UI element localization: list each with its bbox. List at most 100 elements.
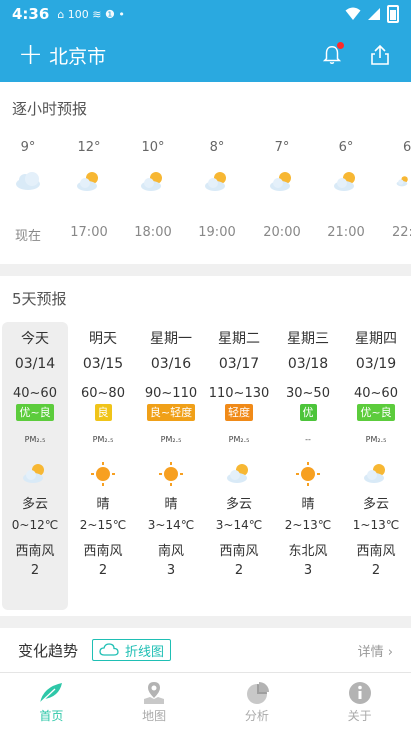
aqi-badge: 优 (299, 404, 317, 421)
hour-temp: 8° (209, 140, 225, 155)
info-icon (348, 682, 371, 704)
tab-map-label: 地图 (142, 709, 167, 723)
hour-item: 6° 21:00 (316, 140, 376, 240)
tab-about[interactable]: 关于 (308, 673, 411, 732)
day-date: 03/16 (150, 356, 192, 372)
day-wind-level: 2 (30, 563, 40, 578)
day-column[interactable]: 星期一 03/16 90~110 良~轻度 PM₂.₅ 晴 3~14℃ 南风 3 (138, 322, 204, 610)
day-temp: 0~12℃ (11, 518, 59, 532)
daily-title: 5天预报 (12, 290, 67, 308)
pm-label: PM₂.₅ (92, 435, 114, 444)
tab-analysis-label: 分析 (244, 709, 269, 723)
hour-label: 现在 (14, 229, 41, 244)
day-aqi: 110~130 (208, 386, 270, 401)
day-wind-level: 2 (371, 563, 381, 578)
day-condition: 多云 (21, 497, 48, 512)
day-condition: 晴 (301, 497, 315, 512)
hourly-forecast: 逐小时预报 9° 现在 12° 17:00 10° 18:00 8° 19:00… (0, 86, 411, 264)
hour-item: 12° 17:00 (59, 140, 119, 240)
day-column[interactable]: 星期三 03/18 30~50 优 -- 晴 2~13℃ 东北风 3 (275, 322, 341, 610)
hourly-list[interactable]: 9° 现在 12° 17:00 10° 18:00 8° 19:00 7° 20… (0, 140, 411, 250)
sunny-icon (275, 461, 341, 487)
sunny-icon (138, 461, 204, 487)
aqi-badge: 良 (94, 404, 112, 421)
pie-chart-icon (246, 682, 269, 704)
partly-cloudy-icon (187, 169, 247, 197)
add-city-button[interactable]: + (18, 40, 43, 70)
line-chart-button[interactable]: 折线图 (92, 639, 172, 661)
day-wind: 西南风 (83, 544, 123, 559)
day-wind-level: 2 (98, 563, 108, 578)
app-header: + 北京市 (0, 28, 411, 82)
hour-item: 10° 18:00 (123, 140, 183, 240)
tab-home-label: 首页 (39, 709, 64, 723)
day-name: 星期四 (355, 331, 397, 347)
line-chart-label: 折线图 (125, 644, 165, 660)
share-button[interactable] (367, 42, 393, 68)
partly-cloudy-icon (252, 169, 312, 197)
cloud-outline-icon (99, 643, 119, 656)
day-aqi: 40~60 (354, 386, 398, 401)
day-date: 03/14 (14, 356, 56, 372)
map-pin-icon (144, 682, 165, 704)
hour-item: 8° 19:00 (187, 140, 247, 240)
hour-temp: 9° (20, 140, 36, 155)
day-column[interactable]: 星期四 03/19 40~60 优~良 PM₂.₅ 多云 1~13℃ 西南风 2 (343, 322, 409, 610)
partly-cloudy-icon (2, 461, 68, 487)
day-condition: 晴 (96, 497, 110, 512)
notification-icons: ⌂ 100 ≋ ❶ • (57, 7, 125, 21)
feather-icon (39, 683, 63, 704)
hour-temp: 10° (141, 140, 165, 155)
day-name: 明天 (89, 331, 117, 347)
hour-temp: 7° (274, 140, 290, 155)
details-link[interactable]: 详情 › (358, 641, 393, 660)
hour-label: 22: (392, 225, 411, 240)
tab-analysis[interactable]: 分析 (206, 673, 309, 732)
trend-title: 变化趋势 (18, 641, 79, 660)
hour-label: 20:00 (263, 225, 301, 240)
day-date: 03/15 (82, 356, 124, 372)
hour-item: 9° 现在 (0, 140, 58, 244)
tab-about-label: 关于 (347, 709, 372, 723)
sunny-icon (70, 461, 136, 487)
section-divider (0, 616, 411, 628)
day-column[interactable]: 明天 03/15 60~80 良 PM₂.₅ 晴 2~15℃ 西南风 2 (70, 322, 136, 610)
day-temp: 3~14℃ (215, 518, 263, 532)
bottom-tab-bar: 首页 地图 分析 关于 (0, 672, 411, 732)
city-title[interactable]: 北京市 (49, 42, 106, 69)
day-wind: 东北风 (288, 544, 328, 559)
aqi-badge: 优~良 (357, 404, 395, 421)
partly-cloudy-icon (381, 169, 411, 197)
tab-map[interactable]: 地图 (103, 673, 206, 732)
day-condition: 晴 (164, 497, 178, 512)
day-wind: 南风 (157, 544, 184, 559)
day-date: 03/18 (287, 356, 329, 372)
partly-cloudy-icon (316, 169, 376, 197)
cloudy-icon (0, 169, 58, 197)
partly-cloudy-icon (343, 461, 409, 487)
battery-icon (387, 5, 399, 23)
hour-label: 18:00 (134, 225, 172, 240)
days-list: 今天 03/14 40~60 优~良 PM₂.₅ 多云 0~12℃ 西南风 2 … (0, 322, 411, 610)
day-wind-level: 3 (303, 563, 313, 578)
day-column[interactable]: 今天 03/14 40~60 优~良 PM₂.₅ 多云 0~12℃ 西南风 2 (2, 322, 68, 610)
day-aqi: 60~80 (81, 386, 125, 401)
hour-label: 21:00 (327, 225, 365, 240)
day-temp: 2~15℃ (79, 518, 127, 532)
daily-forecast: 5天预报 今天 03/14 40~60 优~良 PM₂.₅ 多云 0~12℃ 西… (0, 276, 411, 616)
notification-dot (337, 42, 344, 49)
day-name: 今天 (21, 331, 49, 347)
signal-icon (368, 8, 380, 20)
hour-temp: 6 (403, 140, 411, 155)
pm-label: PM₂.₅ (24, 435, 46, 444)
status-time: 4:36 (12, 5, 50, 23)
day-column[interactable]: 星期二 03/17 110~130 轻度 PM₂.₅ 多云 3~14℃ 西南风 … (206, 322, 272, 610)
pm-label: PM₂.₅ (365, 435, 387, 444)
day-wind-level: 2 (234, 563, 244, 578)
hour-label: 17:00 (70, 225, 108, 240)
notification-button[interactable] (319, 42, 345, 68)
tab-home[interactable]: 首页 (0, 673, 103, 732)
hour-label: 19:00 (198, 225, 236, 240)
day-name: 星期二 (218, 331, 260, 347)
day-wind: 西南风 (219, 544, 259, 559)
